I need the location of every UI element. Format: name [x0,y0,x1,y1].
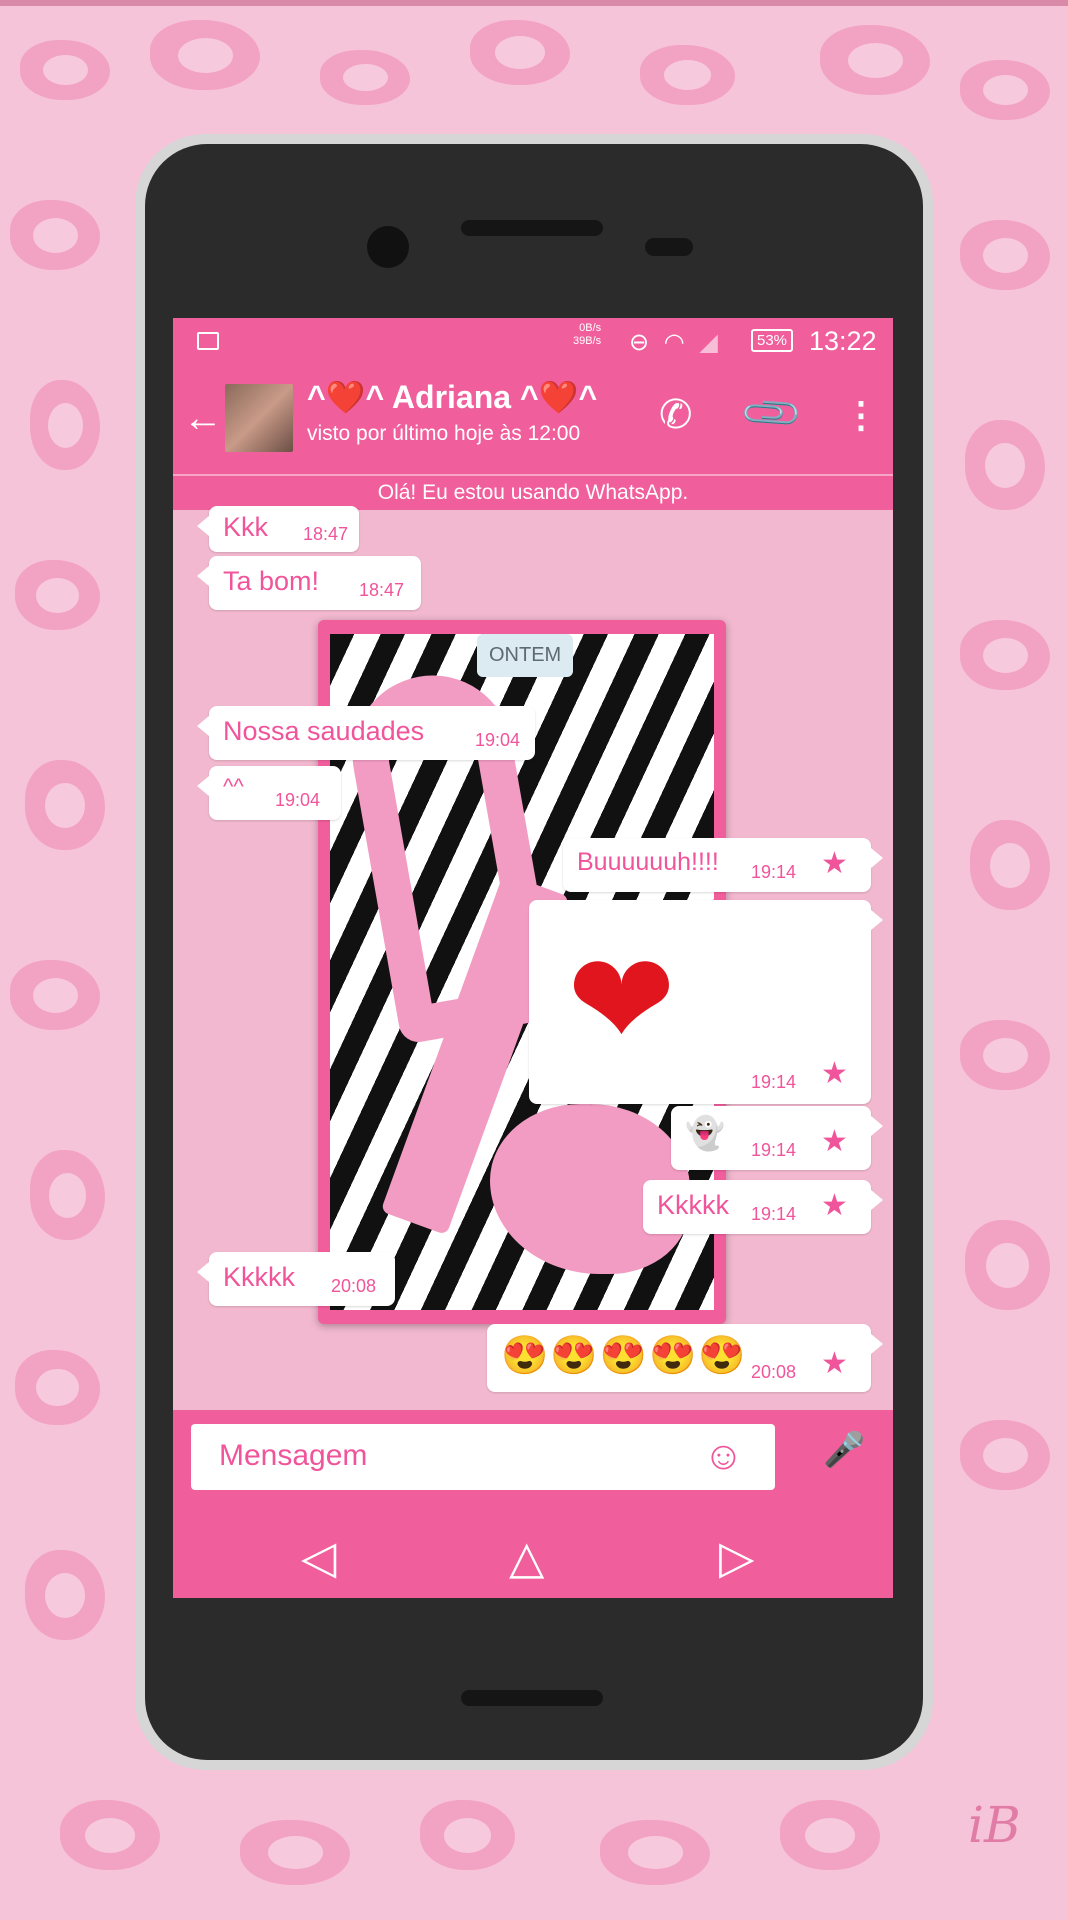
message-text: ^^ [223,774,244,799]
message-time: 18:47 [303,524,349,544]
heart-emoji: ❤ [567,927,676,1073]
last-seen: visto por último hoje às 12:00 [307,422,581,445]
phone-screen: 0B/s 39B/s ⊖ ◠ ◢ 53% 13:22 ← ^❤️^ Adrian… [173,318,893,1598]
message-text: Ta bom! [223,566,320,596]
signal-icon: ◢ [699,329,718,356]
net-up: 39B/s [573,335,602,347]
more-options-icon[interactable]: ⋮ [843,394,879,436]
contact-status-line: Olá! Eu estou usando WhatsApp. [173,474,893,510]
message-text: Nossa saudades [223,716,425,746]
nav-back-icon[interactable]: ◁ [301,1530,336,1584]
battery-indicator: 53% [751,329,794,352]
message-time: 19:14 [751,1140,797,1160]
microphone-icon[interactable]: 🎤 [823,1430,865,1470]
front-camera [367,226,409,268]
message-time: 19:14 [751,862,797,882]
message-bubble[interactable]: Kkkkk 20:08 [197,1252,395,1306]
chat-header: ← ^❤️^ Adriana ^❤️^ visto por último hoj… [173,368,893,474]
message-time: 19:04 [275,790,321,810]
net-down: 0B/s [579,322,602,334]
contact-name[interactable]: ^❤️^ Adriana ^❤️^ [307,378,597,416]
status-bar: 0B/s 39B/s ⊖ ◠ ◢ 53% 13:22 [173,318,893,368]
message-bubble[interactable]: Buuuuuuh!!!! 19:14 ★ [563,838,883,892]
message-bubble[interactable]: Ta bom! 18:47 [197,556,421,610]
wifi-icon: ◠ [663,329,685,356]
message-bubble[interactable]: Nossa saudades 19:04 [197,706,535,760]
artist-signature-logo: iB [968,1796,1021,1854]
earpiece-speaker [461,220,603,236]
phone-call-icon[interactable]: ✆ [659,392,693,438]
message-text: Kkk [223,512,269,542]
status-time: 13:22 [809,326,877,356]
status-icons: ⊖ ◠ ◢ [629,328,718,357]
bottom-speaker [461,1690,603,1706]
composer-bar: Mensagem ☺ 🎤 ◁ △ ▷ [173,1410,893,1598]
message-text: Kkkkk [223,1262,296,1292]
message-text: Kkkkk [657,1190,730,1220]
message-bubble[interactable]: Kkk 18:47 [197,506,359,552]
image-notification-icon [197,332,219,350]
message-bubble[interactable]: Kkkkk 19:14 ★ [643,1180,883,1234]
message-time: 18:47 [359,580,405,600]
star-icon: ★ [821,1057,848,1090]
back-arrow-icon[interactable]: ← [183,398,223,438]
message-input-placeholder: Mensagem [219,1439,368,1472]
nav-home-icon[interactable]: △ [509,1530,544,1584]
message-input[interactable]: Mensagem ☺ [191,1424,775,1490]
message-time: 20:08 [751,1362,797,1382]
nav-recent-icon[interactable]: ▷ [719,1530,754,1584]
heart-eyes-emojis: 😍😍😍😍😍 [501,1335,748,1377]
emoji-icon[interactable]: ☺ [703,1434,744,1479]
proximity-sensor [645,238,693,256]
message-bubble[interactable]: 😍😍😍😍😍 20:08 ★ [487,1324,883,1392]
top-divider [0,0,1068,6]
star-icon: ★ [821,1125,848,1158]
network-speed: 0B/s 39B/s [573,322,601,348]
message-time: 19:14 [751,1072,797,1092]
message-bubble[interactable]: ❤ 19:14 ★ [529,900,883,1104]
message-bubble[interactable]: 👻 19:14 ★ [671,1106,883,1170]
avatar[interactable] [225,384,293,452]
dnd-icon: ⊖ [629,329,650,356]
message-text: Buuuuuuh!!!! [577,848,719,876]
star-icon: ★ [821,1347,848,1380]
date-separator: ONTEM [477,634,574,677]
message-time: 19:04 [475,730,521,750]
star-icon: ★ [821,847,848,880]
message-time: 19:14 [751,1204,797,1224]
message-time: 20:08 [331,1276,377,1296]
message-bubble[interactable]: ^^ 19:04 [197,766,341,820]
star-icon: ★ [821,1189,848,1222]
attach-clip-icon[interactable]: 📎 [738,379,806,447]
ghost-emoji: 👻 [685,1115,725,1151]
